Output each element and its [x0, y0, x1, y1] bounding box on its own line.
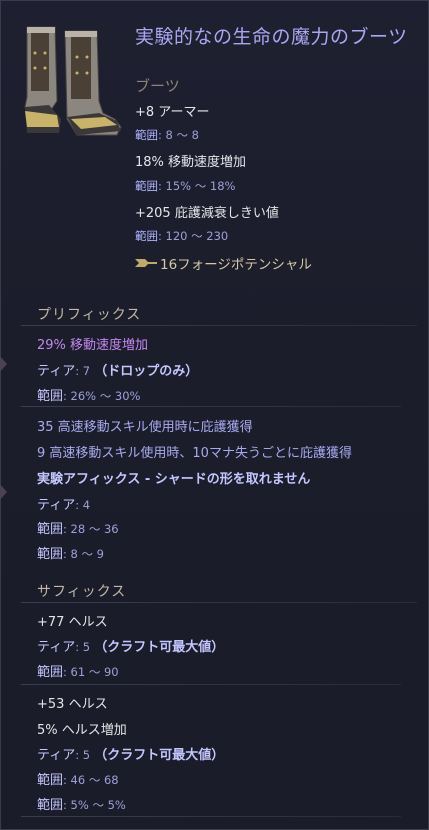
prefix-affix-tier: ティア: 7 （ドロップのみ） — [37, 364, 199, 379]
forge-potential: 16フォージポテンシャル — [135, 253, 312, 273]
divider — [21, 406, 401, 407]
item-header: 実験的なの生命の魔力のブーツ ブーツ +8 アーマー 範囲: 8 〜 8 18%… — [1, 1, 428, 291]
experimental-note: 実験アフィックス - シャードの形を取れません — [37, 472, 311, 487]
side-gem-icon — [0, 484, 7, 500]
divider — [21, 325, 417, 326]
boots-icon — [24, 26, 122, 136]
suffix-affix-stat: +77 ヘルス — [37, 615, 108, 630]
item-tooltip: 実験的なの生命の魔力のブーツ ブーツ +8 アーマー 範囲: 8 〜 8 18%… — [0, 0, 429, 830]
suffix-affix-range: 範囲: 5% 〜 5% — [37, 798, 126, 813]
prefix-affix-range: 範囲: 8 〜 9 — [37, 547, 104, 562]
implicit-stat: +8 アーマー — [135, 105, 210, 120]
item-title: 実験的なの生命の魔力のブーツ — [135, 26, 408, 48]
prefix-affix-range: 範囲: 28 〜 36 — [37, 522, 119, 537]
implicit-range: 範囲: 8 〜 8 — [135, 128, 199, 142]
implicit-range: 範囲: 15% 〜 18% — [135, 179, 236, 193]
forge-hammer-icon — [135, 259, 157, 267]
prefix-affix-stat: 9 高速移動スキル使用時、10マナ失うごとに庇護獲得 — [37, 446, 352, 461]
prefix-affix-stat: 29% 移動速度増加 — [37, 338, 149, 353]
suffix-affix-range: 範囲: 61 〜 90 — [37, 665, 119, 680]
suffix-affix-stat: +53 ヘルス — [37, 697, 108, 712]
suffix-section-title: サフィックス — [37, 584, 127, 600]
side-gem-icon — [0, 356, 7, 372]
suffix-affix-tier: ティア: 5 （クラフト可最大値） — [37, 748, 225, 763]
implicit-stat: +205 庇護減衰しきい値 — [135, 206, 279, 221]
forge-potential-text: 16フォージポテンシャル — [160, 257, 312, 273]
prefix-affix-tier: ティア: 4 — [37, 498, 91, 513]
divider — [21, 684, 401, 685]
prefix-affix-range: 範囲: 26% 〜 30% — [37, 389, 141, 404]
prefix-affix-stat: 35 高速移動スキル使用時に庇護獲得 — [37, 420, 253, 435]
divider — [21, 816, 401, 817]
suffix-affix-stat: 5% ヘルス増加 — [37, 723, 127, 738]
suffix-affix-range: 範囲: 46 〜 68 — [37, 773, 119, 788]
suffix-affix-tier: ティア: 5 （クラフト可最大値） — [37, 640, 225, 655]
prefix-section-title: プリフィックス — [37, 307, 142, 323]
implicit-range: 範囲: 120 〜 230 — [135, 229, 229, 243]
implicit-stat: 18% 移動速度増加 — [135, 155, 247, 170]
item-type: ブーツ — [135, 77, 180, 95]
divider — [21, 602, 417, 603]
